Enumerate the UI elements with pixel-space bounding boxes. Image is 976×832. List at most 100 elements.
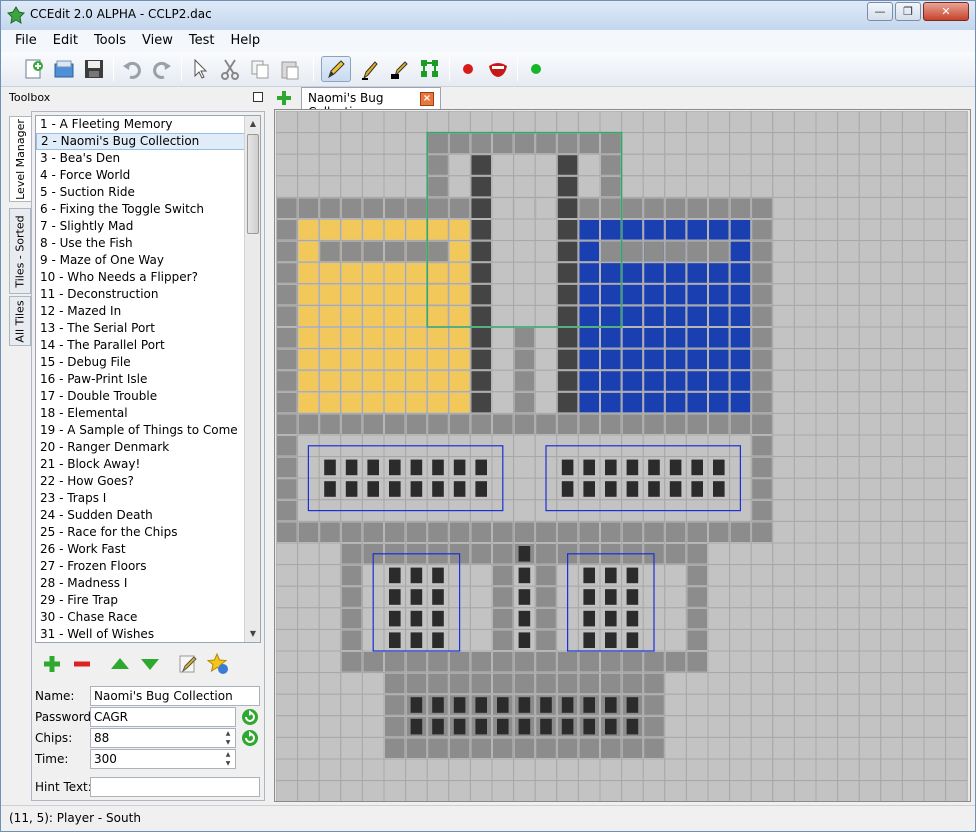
menu-view[interactable]: View xyxy=(134,30,181,52)
level-list-item[interactable]: 1 - A Fleeting Memory xyxy=(36,116,260,133)
level-list-item[interactable]: 6 - Fixing the Toggle Switch xyxy=(36,201,260,218)
mouth-button[interactable] xyxy=(485,56,511,82)
scroll-up-icon[interactable]: ▲ xyxy=(245,116,260,132)
select-button[interactable] xyxy=(187,56,213,82)
level-list-item[interactable]: 31 - Well of Wishes xyxy=(36,626,260,642)
level-list-item[interactable]: 4 - Force World xyxy=(36,167,260,184)
level-list-item[interactable]: 27 - Frozen Floors xyxy=(36,558,260,575)
level-list-item[interactable]: 7 - Slightly Mad xyxy=(36,218,260,235)
level-list-item[interactable]: 5 - Suction Ride xyxy=(36,184,260,201)
fire-tile xyxy=(385,284,405,305)
level-list-item[interactable]: 2 - Naomi's Bug Collection xyxy=(36,133,260,150)
level-list-item[interactable]: 11 - Deconstruction xyxy=(36,286,260,303)
menu-test[interactable]: Test xyxy=(181,30,223,52)
open-button[interactable] xyxy=(51,56,77,82)
tab-tiles-sorted[interactable]: Tiles - Sorted xyxy=(9,208,31,294)
floor-tile xyxy=(858,132,882,155)
level-list-item[interactable]: 16 - Paw-Print Isle xyxy=(36,371,260,388)
menu-help[interactable]: Help xyxy=(222,30,268,52)
level-list-item[interactable]: 8 - Use the Fish xyxy=(36,235,260,252)
scroll-down-icon[interactable]: ▼ xyxy=(245,626,260,642)
tab-level-document[interactable]: Naomi's Bug Collection × xyxy=(301,87,441,119)
level-list-item[interactable]: 25 - Race for the Chips xyxy=(36,524,260,541)
tab-all-tiles[interactable]: All Tiles xyxy=(9,296,31,346)
chips-field[interactable]: 88 xyxy=(90,728,236,748)
move-up-button[interactable] xyxy=(108,652,132,676)
level-list-scrollbar[interactable]: ▲ ▼ xyxy=(244,116,260,642)
copy-button[interactable] xyxy=(247,56,273,82)
map-grid[interactable] xyxy=(276,111,971,802)
draw-pencil-button[interactable] xyxy=(321,56,351,82)
maximize-button[interactable]: ❐ xyxy=(895,2,921,21)
level-list-item[interactable]: 28 - Madness I xyxy=(36,575,260,592)
level-list-item[interactable]: 26 - Work Fast xyxy=(36,541,260,558)
floor-tile xyxy=(815,607,839,630)
level-list-item[interactable]: 30 - Chase Race xyxy=(36,609,260,626)
time-field[interactable]: 300 xyxy=(90,749,236,769)
menu-edit[interactable]: Edit xyxy=(45,30,86,52)
save-button[interactable] xyxy=(81,56,107,82)
floor-tile xyxy=(297,542,320,566)
float-panel-icon[interactable] xyxy=(253,92,263,102)
undo-button[interactable] xyxy=(119,56,145,82)
level-properties-button[interactable] xyxy=(206,652,230,676)
level-list-item[interactable]: 18 - Elemental xyxy=(36,405,260,422)
refresh-password-icon[interactable] xyxy=(241,708,259,726)
wall-tile xyxy=(341,414,362,434)
level-list-item[interactable]: 23 - Traps I xyxy=(36,490,260,507)
level-list-item[interactable]: 12 - Mazed In xyxy=(36,303,260,320)
floor-tile xyxy=(493,176,513,197)
level-list-item[interactable]: 13 - The Serial Port xyxy=(36,320,260,337)
level-list-item[interactable]: 9 - Maze of One Way xyxy=(36,252,260,269)
path-tool-button[interactable] xyxy=(417,56,443,82)
chips-spinner-icon[interactable]: ▲ ▼ xyxy=(222,729,234,747)
close-window-button[interactable]: ✕ xyxy=(923,2,969,21)
floor-tile xyxy=(945,153,968,177)
water-tile xyxy=(579,328,599,348)
water-tile xyxy=(687,306,707,326)
password-field[interactable]: CAGR xyxy=(90,707,236,727)
level-list[interactable]: 1 - A Fleeting Memory 2 - Naomi's Bug Col… xyxy=(35,115,261,643)
level-editor-canvas[interactable] xyxy=(274,109,971,802)
level-list-item[interactable]: 29 - Fire Trap xyxy=(36,592,260,609)
fire-tile xyxy=(449,349,470,370)
scroll-thumb[interactable] xyxy=(247,134,259,234)
name-field[interactable]: Naomi's Bug Collection xyxy=(90,686,260,706)
level-list-item[interactable]: 20 - Ranger Denmark xyxy=(36,439,260,456)
close-tab-icon[interactable]: × xyxy=(420,92,434,106)
level-list-item[interactable]: 22 - How Goes? xyxy=(36,473,260,490)
paste-button[interactable] xyxy=(277,56,303,82)
floor-tile xyxy=(901,132,925,155)
cut-button[interactable] xyxy=(217,56,243,82)
minimize-button[interactable]: — xyxy=(867,2,893,21)
chip-tile xyxy=(561,481,574,497)
floor-tile xyxy=(340,736,363,760)
level-list-item[interactable]: 17 - Double Trouble xyxy=(36,388,260,405)
delete-level-button[interactable] xyxy=(70,652,94,676)
time-spinner-icon[interactable]: ▲ ▼ xyxy=(222,750,234,768)
level-list-item[interactable]: 24 - Sudden Death xyxy=(36,507,260,524)
menu-tools[interactable]: Tools xyxy=(86,30,134,52)
count-chips-icon[interactable] xyxy=(241,729,259,747)
level-list-item[interactable]: 21 - Block Away! xyxy=(36,456,260,473)
level-list-item[interactable]: 15 - Debug File xyxy=(36,354,260,371)
floor-tile xyxy=(534,369,558,393)
new-level-button[interactable] xyxy=(21,56,47,82)
floor-tile xyxy=(621,175,644,198)
level-list-item[interactable]: 3 - Bea's Den xyxy=(36,150,260,167)
new-tab-icon[interactable] xyxy=(275,89,293,107)
hint-field[interactable] xyxy=(90,777,260,797)
fill-tool-button[interactable] xyxy=(387,56,413,82)
add-level-button[interactable] xyxy=(40,652,64,676)
line-tool-button[interactable] xyxy=(357,56,383,82)
level-list-item[interactable]: 10 - Who Needs a Flipper? xyxy=(36,269,260,286)
play-button[interactable] xyxy=(523,56,549,82)
move-down-button[interactable] xyxy=(138,652,162,676)
menu-file[interactable]: File xyxy=(7,30,45,52)
level-list-item[interactable]: 14 - The Parallel Port xyxy=(36,337,260,354)
record-button[interactable] xyxy=(455,56,481,82)
redo-button[interactable] xyxy=(149,56,175,82)
level-list-item[interactable]: 19 - A Sample of Things to Come xyxy=(36,422,260,439)
tab-level-manager[interactable]: Level Manager xyxy=(9,116,31,202)
edit-level-button[interactable] xyxy=(176,652,200,676)
